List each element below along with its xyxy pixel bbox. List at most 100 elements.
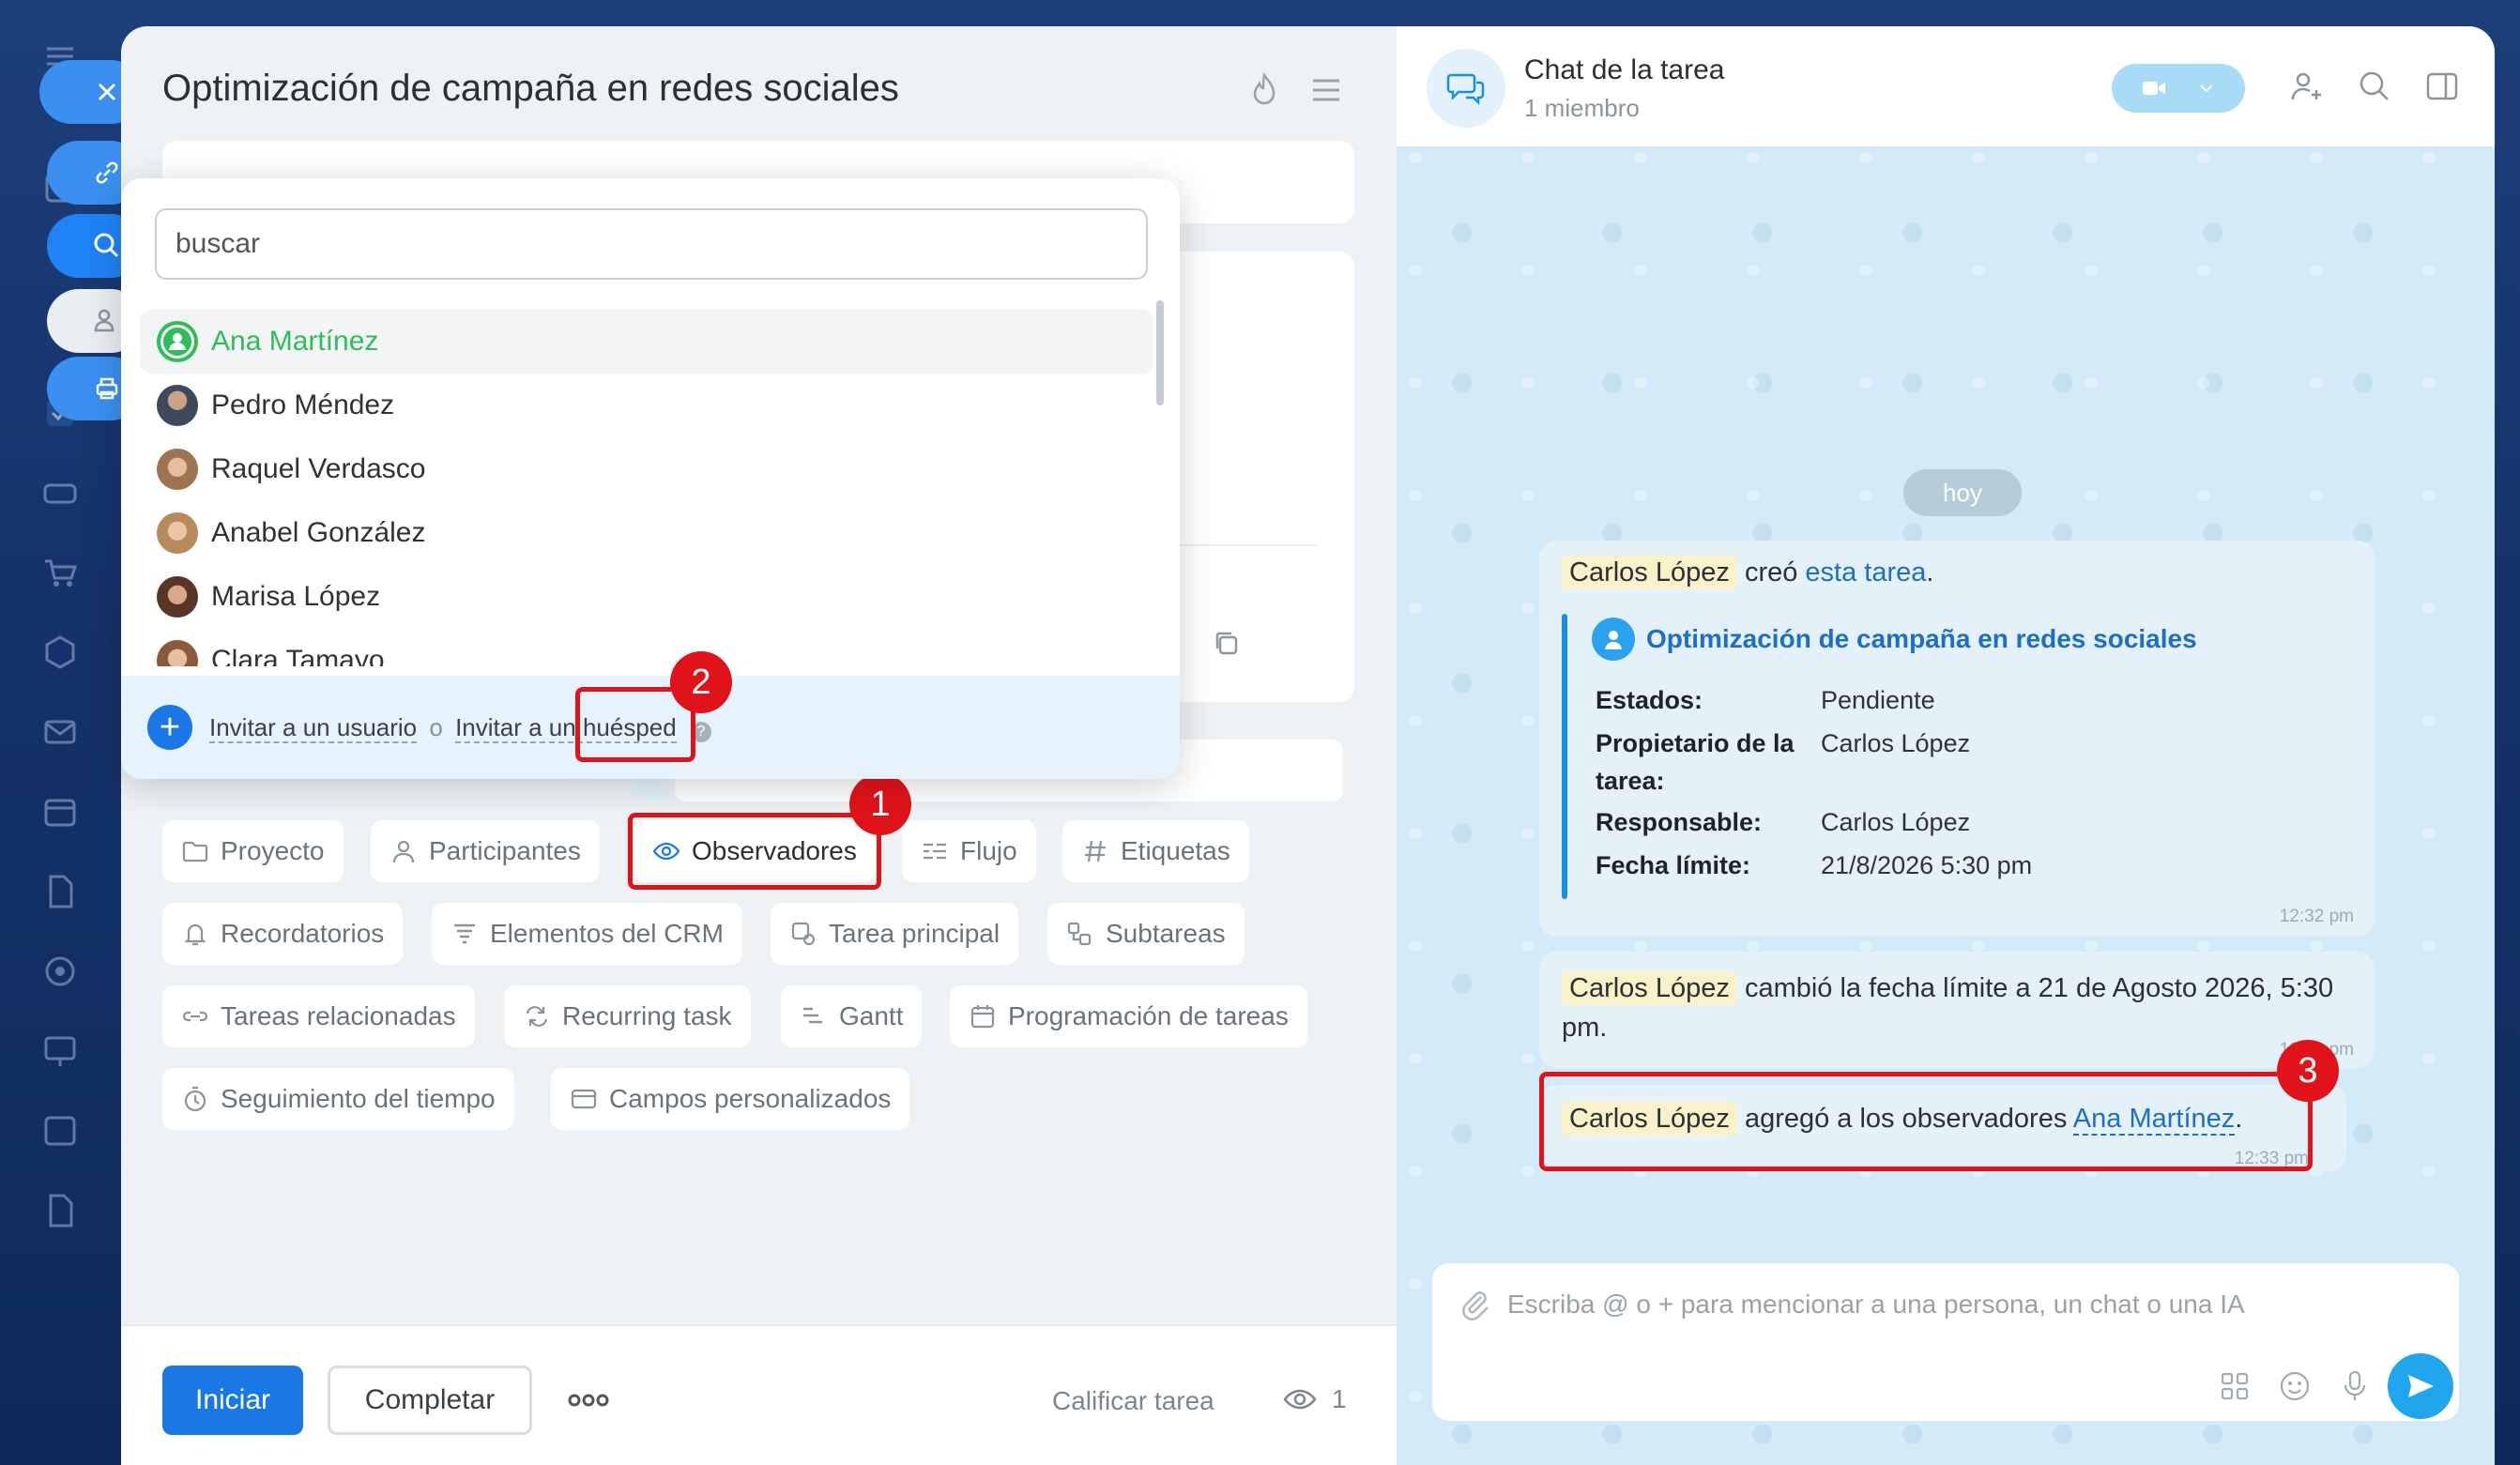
list-item[interactable]: Raquel Verdasco xyxy=(140,437,1153,501)
chip-tarea-principal[interactable]: Tarea principal xyxy=(771,903,1019,965)
calendar-side-icon[interactable] xyxy=(41,793,79,831)
chip-label: Flujo xyxy=(960,836,1017,865)
add-user-icon[interactable] xyxy=(2288,68,2326,105)
menu-icon[interactable] xyxy=(1306,69,1347,111)
or-text: o xyxy=(429,712,443,741)
message-input[interactable] xyxy=(1507,1286,2408,1323)
chip-flujo[interactable]: Flujo xyxy=(902,820,1036,882)
video-call-button[interactable] xyxy=(2112,64,2245,113)
search-input[interactable] xyxy=(155,208,1148,280)
file-icon[interactable] xyxy=(41,1192,79,1229)
emoji-icon[interactable] xyxy=(2277,1368,2313,1404)
list-item[interactable]: Anabel González xyxy=(140,501,1153,565)
chat-header: Chat de la tarea 1 miembro xyxy=(1397,26,2495,148)
chip-label: Elementos del CRM xyxy=(490,919,724,948)
chip-label: Programación de tareas xyxy=(1008,1001,1289,1030)
message-time: 12:32 pm xyxy=(2279,907,2354,926)
card-key: Propietario de la tarea: xyxy=(1596,729,1795,795)
send-button[interactable] xyxy=(2388,1353,2453,1419)
mail-icon[interactable] xyxy=(41,713,79,751)
chip-label: Tareas relacionadas xyxy=(221,1001,456,1030)
card-value: 21/8/2026 5:30 pm xyxy=(1821,851,2033,879)
search-icon xyxy=(94,233,119,258)
send-icon xyxy=(2408,1375,2434,1397)
author-name[interactable]: Carlos López xyxy=(1562,556,1737,589)
user-name: Raquel Verdasco xyxy=(211,453,426,484)
eye-icon xyxy=(1283,1389,1317,1410)
microphone-icon[interactable] xyxy=(2337,1368,2373,1404)
avatar xyxy=(157,321,198,362)
list-item[interactable]: Clara Tamayo xyxy=(140,629,1153,666)
cart-icon[interactable] xyxy=(41,554,79,591)
avatar xyxy=(157,512,198,554)
annotation-badge-1: 1 xyxy=(849,773,911,835)
chip-campos-personalizados[interactable]: Campos personalizados xyxy=(551,1068,910,1130)
task-card-title[interactable]: Optimización de campaña en redes sociale… xyxy=(1592,618,2197,661)
chat-members[interactable]: 1 miembro xyxy=(1524,94,1640,123)
flame-icon[interactable] xyxy=(1244,69,1285,111)
card-key: Estados: xyxy=(1596,686,1703,714)
hexagon-icon[interactable] xyxy=(41,633,79,671)
list-item[interactable]: Marisa López xyxy=(140,565,1153,629)
chip-recordatorios[interactable]: Recordatorios xyxy=(162,903,404,965)
flow-icon xyxy=(924,843,946,860)
task-link[interactable]: esta tarea xyxy=(1805,557,1926,588)
chip-subtareas[interactable]: Subtareas xyxy=(1047,903,1245,965)
chip-proyecto[interactable]: Proyecto xyxy=(162,820,344,882)
chip-programacion[interactable]: Programación de tareas xyxy=(950,985,1307,1047)
paperclip-icon[interactable] xyxy=(1459,1288,1492,1321)
avatar xyxy=(157,640,198,666)
chip-label: Recurring task xyxy=(562,1001,732,1030)
crm-icon xyxy=(454,923,475,944)
card-value: Carlos López xyxy=(1821,808,1971,836)
chip-label: Tarea principal xyxy=(829,919,1000,948)
watchers-counter[interactable]: 1 xyxy=(1283,1382,1347,1416)
list-item[interactable]: Pedro Méndez xyxy=(140,374,1153,437)
chip-gantt[interactable]: Gantt xyxy=(781,985,923,1047)
message-verb: creó xyxy=(1744,557,1798,588)
target-icon[interactable] xyxy=(41,953,79,990)
print-icon xyxy=(96,377,118,400)
avatar xyxy=(157,385,198,426)
avatar xyxy=(157,449,198,490)
chip-crm[interactable]: Elementos del CRM xyxy=(432,903,742,965)
chat-title: Chat de la tarea xyxy=(1524,54,1725,85)
chip-tareas-relacionadas[interactable]: Tareas relacionadas xyxy=(162,985,475,1047)
link-icon xyxy=(96,161,118,184)
chip-etiquetas[interactable]: Etiquetas xyxy=(1062,820,1249,882)
drive-icon[interactable] xyxy=(41,474,79,511)
apps-grid-icon[interactable] xyxy=(2217,1368,2253,1404)
doc-icon[interactable] xyxy=(41,873,79,910)
parent-task-icon xyxy=(791,922,816,946)
complete-button[interactable]: Completar xyxy=(328,1366,532,1435)
user-name: Anabel González xyxy=(211,517,426,548)
user-name: Pedro Méndez xyxy=(211,389,395,420)
invite-user-link[interactable]: Invitar a un usuario xyxy=(209,712,418,743)
chip-participantes[interactable]: Participantes xyxy=(371,820,600,882)
chip-seguimiento-tiempo[interactable]: Seguimiento del tiempo xyxy=(162,1068,514,1130)
search-icon[interactable] xyxy=(2356,68,2393,105)
chip-label: Participantes xyxy=(429,836,581,865)
scrollbar[interactable] xyxy=(1156,300,1164,405)
task-card-user-icon xyxy=(1592,618,1635,661)
sidebar-toggle-icon[interactable] xyxy=(2423,68,2461,105)
start-button[interactable]: Iniciar xyxy=(162,1366,303,1435)
more-icon[interactable] xyxy=(566,1386,611,1414)
message-deadline-changed: Carlos López cambió la fecha límite a 21… xyxy=(1539,952,2375,1068)
watchers-count: 1 xyxy=(1332,1384,1347,1413)
calendar-icon xyxy=(970,1005,995,1029)
message-composer xyxy=(1432,1263,2459,1421)
rate-task-link[interactable]: Calificar tarea xyxy=(1052,1386,1214,1416)
message-text: Carlos López creó esta tarea. xyxy=(1562,556,1933,589)
copy-icon[interactable] xyxy=(1212,629,1242,659)
chip-recurring-task[interactable]: Recurring task xyxy=(504,985,751,1047)
chip-label: Seguimiento del tiempo xyxy=(221,1084,496,1113)
chip-label: Campos personalizados xyxy=(609,1084,892,1113)
author-name[interactable]: Carlos López xyxy=(1562,971,1737,1005)
board-icon[interactable] xyxy=(41,1032,79,1070)
user-list: Ana Martínez Pedro Méndez Raquel Verdasc… xyxy=(140,310,1153,666)
list-item[interactable]: Ana Martínez xyxy=(140,310,1153,374)
task-footer: Iniciar Completar Calificar tarea 1 xyxy=(121,1324,1397,1465)
grid-calendar-icon[interactable] xyxy=(41,1112,79,1150)
add-icon[interactable]: + xyxy=(147,705,192,750)
